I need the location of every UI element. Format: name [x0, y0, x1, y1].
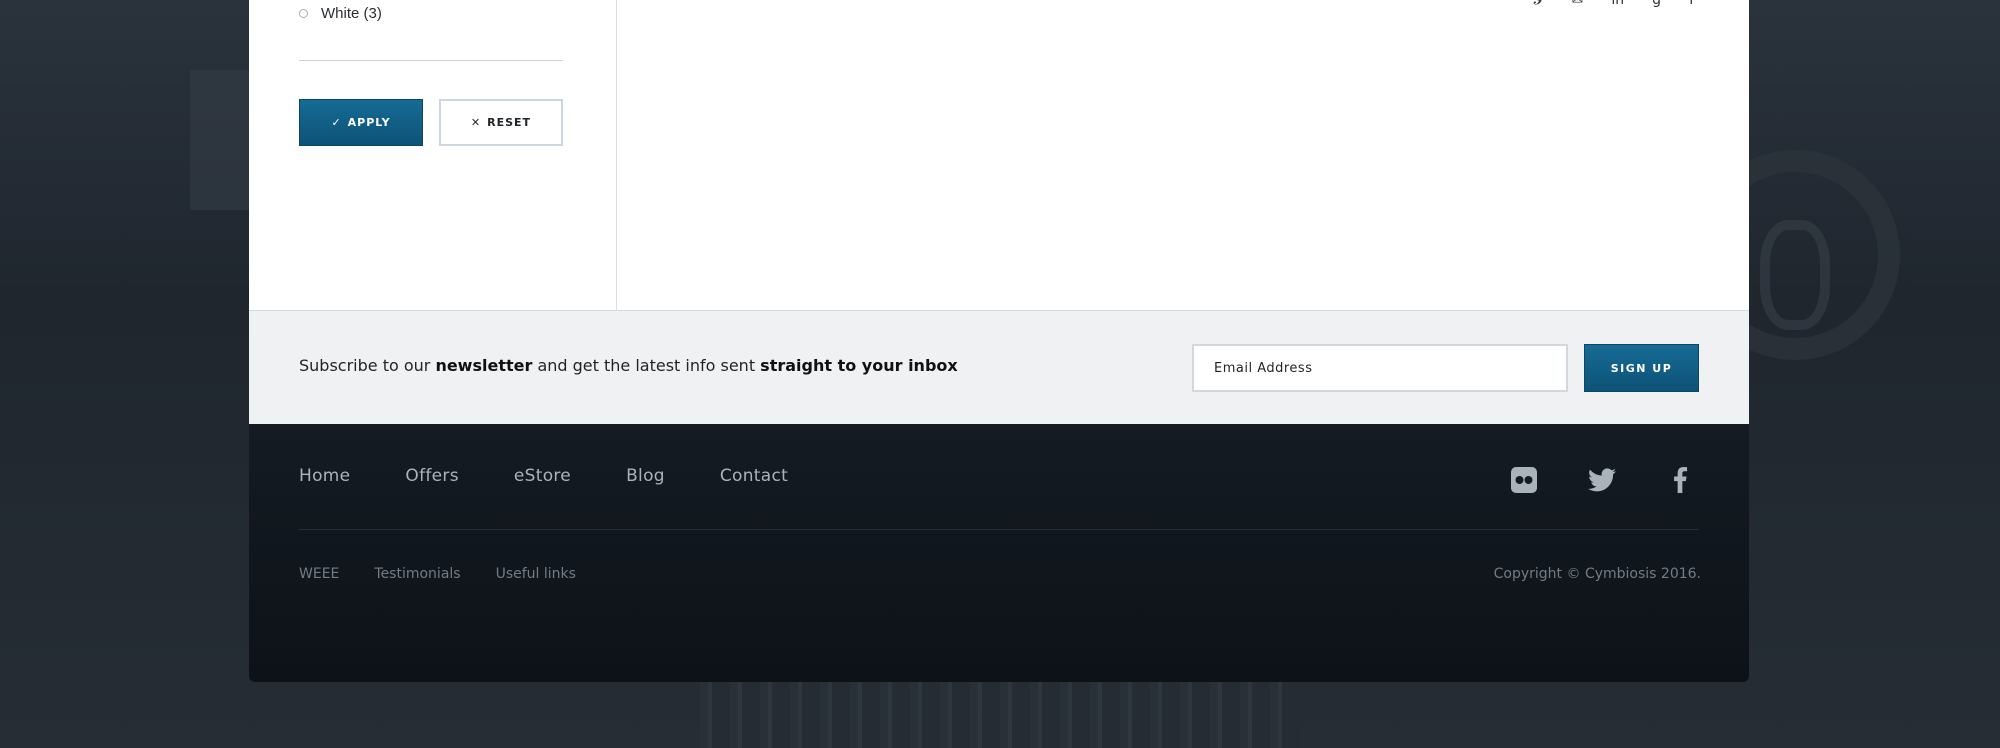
share-icons: 𝓟 ✉ in g f	[1534, 0, 1694, 8]
social-links	[1505, 461, 1699, 499]
facebook-icon[interactable]: f	[1689, 0, 1694, 8]
reset-button-label: RESET	[487, 116, 532, 129]
footer-sub-links: WEEE Testimonials Useful links	[299, 566, 611, 582]
apply-button-label: APPLY	[347, 116, 391, 129]
footer-divider	[299, 529, 1699, 530]
content-area: White (3) ✓ APPLY ✕ RESET 𝓟 ✉ in g f	[249, 0, 1749, 310]
filter-divider	[299, 60, 563, 61]
background-decoration	[190, 70, 250, 210]
copyright-text: Copyright © Cymbiosis 2016.	[1493, 566, 1701, 582]
reset-button[interactable]: ✕ RESET	[439, 99, 563, 146]
newsletter-text: Subscribe to our newsletter and get the …	[299, 356, 958, 375]
footer-nav-blog[interactable]: Blog	[626, 466, 665, 486]
check-icon: ✓	[331, 116, 342, 129]
email-icon[interactable]: ✉	[1572, 0, 1584, 8]
footer: Home Offers eStore Blog Contact WEEE Tes…	[249, 424, 1749, 682]
email-field[interactable]	[1192, 344, 1568, 392]
twitter-icon[interactable]	[1583, 461, 1621, 499]
newsletter-section: Subscribe to our newsletter and get the …	[249, 311, 1749, 424]
newsletter-text-middle: and get the latest info sent	[532, 356, 761, 375]
footer-nav-contact[interactable]: Contact	[720, 466, 788, 486]
apply-button[interactable]: ✓ APPLY	[299, 99, 423, 146]
footer-nav-home[interactable]: Home	[299, 466, 350, 486]
newsletter-text-bold-end: straight to your inbox	[760, 356, 958, 375]
background-decoration	[1760, 220, 1830, 330]
radio-button[interactable]	[299, 8, 308, 18]
facebook-icon[interactable]	[1661, 461, 1699, 499]
background-decoration	[700, 680, 1300, 748]
footer-nav: Home Offers eStore Blog Contact	[299, 466, 843, 486]
page-card: White (3) ✓ APPLY ✕ RESET 𝓟 ✉ in g f Sub…	[249, 0, 1749, 682]
footer-link-useful-links[interactable]: Useful links	[496, 566, 576, 582]
footer-nav-estore[interactable]: eStore	[514, 466, 571, 486]
newsletter-text-bold: newsletter	[435, 356, 533, 375]
close-icon: ✕	[470, 116, 482, 129]
flickr-icon[interactable]	[1505, 461, 1543, 499]
footer-link-testimonials[interactable]: Testimonials	[374, 566, 460, 582]
linkedin-icon[interactable]: in	[1611, 0, 1624, 8]
sidebar-divider	[616, 0, 617, 310]
pinterest-icon[interactable]: 𝓟	[1534, 0, 1544, 8]
filter-option-label: White (3)	[321, 4, 382, 22]
google-plus-icon[interactable]: g	[1652, 0, 1661, 8]
newsletter-text-prefix: Subscribe to our	[299, 356, 436, 375]
signup-button[interactable]: SIGN UP	[1584, 344, 1699, 392]
footer-nav-offers[interactable]: Offers	[405, 466, 458, 486]
footer-link-weee[interactable]: WEEE	[299, 566, 339, 582]
filter-option-white[interactable]: White (3)	[299, 2, 382, 24]
